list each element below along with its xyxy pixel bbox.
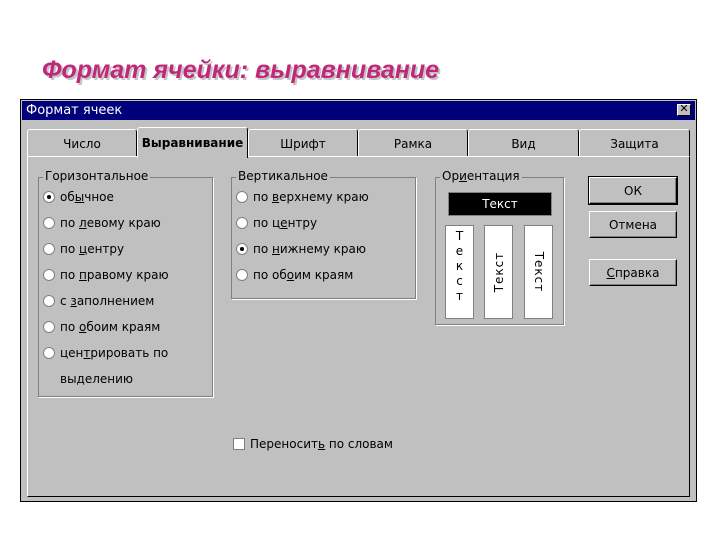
tab-number[interactable]: Число: [27, 129, 137, 157]
radio-button-icon[interactable]: [43, 191, 55, 203]
vertical-group: Вертикальное по верхнему краю по центру …: [231, 169, 416, 299]
stacked-letter: Т: [455, 229, 464, 243]
format-cells-dialog: Формат ячеек ✕ Число Выравнивание Шрифт …: [20, 99, 697, 502]
stacked-text: Т е к с т: [446, 229, 473, 304]
radio-button-icon[interactable]: [236, 243, 248, 255]
tab-label: Рамка: [393, 136, 433, 151]
alignment-panel: Горизонтальное обычное по левому краю по…: [27, 156, 690, 497]
tab-alignment[interactable]: Выравнивание: [137, 127, 248, 158]
slide-title: Формат ячейки: выравнивание: [42, 56, 440, 84]
dialog-title: Формат ячеек: [26, 103, 123, 118]
tab-label: Вид: [511, 136, 536, 151]
horizontal-group: Горизонтальное обычное по левому краю по…: [38, 169, 213, 397]
option-label: по верхнему краю: [253, 190, 369, 204]
radio-button-icon[interactable]: [43, 243, 55, 255]
orientation-stacked-option[interactable]: Т е к с т: [445, 225, 474, 319]
ok-button-label: ОК: [624, 183, 642, 198]
rotated-down-text: Текст: [531, 251, 546, 293]
close-icon: ✕: [679, 103, 689, 115]
help-button[interactable]: Справка: [589, 259, 677, 286]
option-label-continuation: выделению: [60, 372, 134, 386]
stacked-letter: т: [456, 289, 463, 303]
radio-button-icon[interactable]: [236, 191, 248, 203]
rotated-up-text: Текст: [491, 251, 506, 293]
radio-vertical-justify[interactable]: по обоим краям: [236, 268, 353, 282]
orientation-horizontal-option[interactable]: Текст: [448, 192, 552, 216]
radio-horizontal-center-selection[interactable]: центрировать по: [43, 346, 168, 360]
option-label: по нижнему краю: [253, 242, 367, 256]
tab-label: Шрифт: [280, 136, 326, 151]
tab-label: Число: [63, 136, 101, 151]
stacked-letter: е: [455, 244, 464, 258]
tab-border[interactable]: Рамка: [358, 129, 468, 157]
radio-horizontal-right[interactable]: по правому краю: [43, 268, 169, 282]
option-label: обычное: [60, 190, 114, 204]
tab-patterns[interactable]: Вид: [468, 129, 579, 157]
stacked-letter: к: [455, 259, 464, 273]
cancel-button[interactable]: Отмена: [589, 211, 677, 238]
radio-button-icon[interactable]: [43, 321, 55, 333]
tab-font[interactable]: Шрифт: [248, 129, 358, 157]
radio-button-icon[interactable]: [236, 269, 248, 281]
radio-vertical-center[interactable]: по центру: [236, 216, 317, 230]
tab-label: Выравнивание: [141, 136, 244, 150]
close-button[interactable]: ✕: [677, 104, 691, 116]
radio-horizontal-fill[interactable]: с заполнением: [43, 294, 154, 308]
option-label: по обоим краям: [253, 268, 354, 282]
stacked-letter: с: [456, 274, 463, 288]
tab-label: Защита: [610, 136, 659, 151]
dialog-titlebar: Формат ячеек ✕: [22, 101, 695, 120]
wrap-text-checkbox-row[interactable]: Переносить по словам: [233, 437, 393, 451]
option-label: по левому краю: [60, 216, 161, 230]
radio-vertical-top[interactable]: по верхнему краю: [236, 190, 369, 204]
horizontal-group-label: Горизонтальное: [43, 169, 151, 183]
wrap-text-checkbox[interactable]: [233, 438, 245, 450]
radio-horizontal-general[interactable]: обычное: [43, 190, 114, 204]
radio-horizontal-center[interactable]: по центру: [43, 242, 124, 256]
orientation-group-label: Ориентация: [440, 169, 522, 183]
option-label: по правому краю: [60, 268, 169, 282]
radio-button-icon[interactable]: [43, 217, 55, 229]
orientation-sample-text: Текст: [482, 197, 518, 211]
option-label: по обоим краям: [60, 320, 161, 334]
help-button-label: Справка: [606, 265, 660, 280]
radio-button-icon[interactable]: [43, 347, 55, 359]
orientation-rotate-down-option[interactable]: Текст: [524, 225, 553, 319]
orientation-group: Ориентация Текст Т е к с т Текст Текст: [435, 169, 564, 325]
option-label: по центру: [60, 242, 125, 256]
ok-button[interactable]: ОК: [588, 176, 678, 205]
wrap-text-label: Переносить по словам: [250, 437, 393, 451]
radio-button-icon[interactable]: [43, 269, 55, 281]
orientation-rotate-up-option[interactable]: Текст: [484, 225, 513, 319]
radio-button-icon[interactable]: [236, 217, 248, 229]
radio-vertical-bottom[interactable]: по нижнему краю: [236, 242, 366, 256]
radio-horizontal-justify[interactable]: по обоим краям: [43, 320, 160, 334]
option-label: центрировать по: [60, 346, 169, 360]
cancel-button-label: Отмена: [608, 217, 658, 232]
tab-protection[interactable]: Защита: [579, 129, 690, 157]
option-label: по центру: [253, 216, 318, 230]
vertical-group-label: Вертикальное: [236, 169, 330, 183]
radio-button-icon[interactable]: [43, 295, 55, 307]
option-label: с заполнением: [60, 294, 155, 308]
radio-horizontal-left[interactable]: по левому краю: [43, 216, 161, 230]
